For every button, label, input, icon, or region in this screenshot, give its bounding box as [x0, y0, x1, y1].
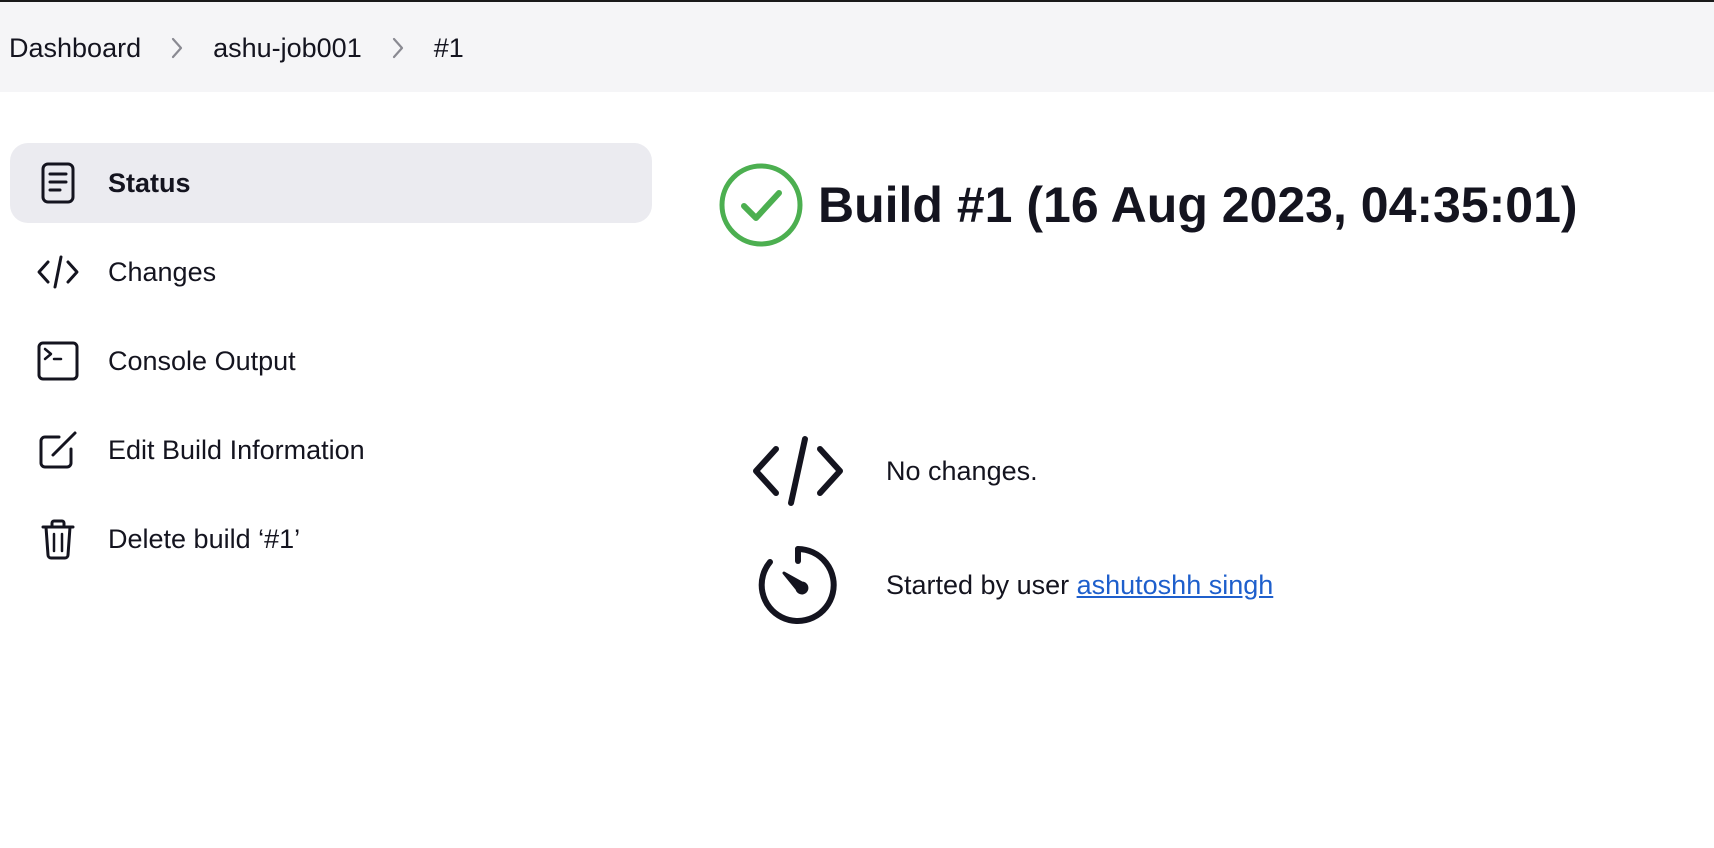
page-title: Build #1 (16 Aug 2023, 04:35:01)	[818, 177, 1578, 233]
started-by-prefix: Started by user	[886, 569, 1077, 600]
sidebar-item-changes[interactable]: Changes	[10, 232, 652, 312]
top-bar: Dashboard ashu-job001 #1	[0, 0, 1714, 92]
chevron-right-icon	[141, 36, 213, 60]
sidebar-item-status[interactable]: Status	[10, 143, 652, 223]
build-header: Build #1 (16 Aug 2023, 04:35:01)	[718, 162, 1578, 248]
breadcrumb-build[interactable]: #1	[434, 33, 464, 64]
timer-icon	[748, 543, 848, 627]
sidebar-item-label: Delete build ‘#1’	[108, 523, 301, 554]
document-icon	[36, 161, 80, 205]
sidebar-item-console-output[interactable]: Console Output	[10, 321, 652, 401]
breadcrumb-dashboard[interactable]: Dashboard	[9, 33, 141, 64]
edit-icon	[36, 428, 80, 472]
sidebar-item-label: Edit Build Information	[108, 434, 365, 465]
terminal-icon	[36, 339, 80, 383]
breadcrumb-job[interactable]: ashu-job001	[213, 33, 362, 64]
chevron-right-icon	[362, 36, 434, 60]
code-icon	[748, 429, 848, 513]
sidebar-item-label: Changes	[108, 256, 217, 287]
trash-icon	[36, 517, 80, 561]
user-link[interactable]: ashutoshh singh	[1077, 570, 1274, 600]
build-cause: Started by user ashutoshh singh	[748, 543, 1273, 627]
sidebar: Status Changes Console Output Edit Build…	[10, 143, 652, 588]
sidebar-item-delete-build[interactable]: Delete build ‘#1’	[10, 499, 652, 579]
changes-text: No changes.	[886, 455, 1038, 486]
code-icon	[36, 250, 80, 294]
sidebar-item-label: Status	[108, 167, 191, 198]
success-check-icon	[719, 163, 803, 247]
sidebar-item-label: Console Output	[108, 345, 296, 376]
changes-summary: No changes.	[748, 429, 1038, 513]
breadcrumb: Dashboard ashu-job001 #1	[9, 2, 464, 94]
started-by-text: Started by user ashutoshh singh	[886, 570, 1273, 601]
sidebar-item-edit-build-information[interactable]: Edit Build Information	[10, 410, 652, 490]
